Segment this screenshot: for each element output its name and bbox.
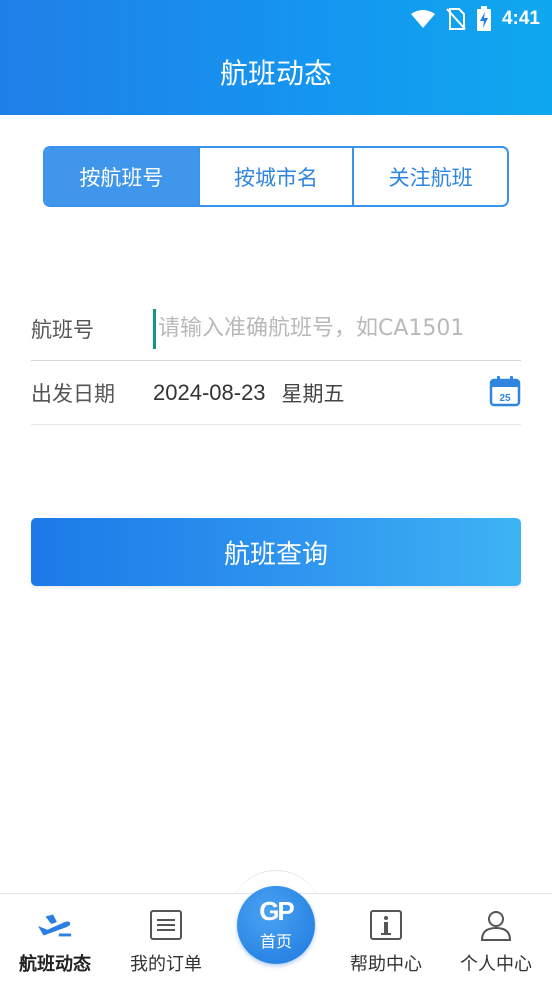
battery-charging-icon (476, 6, 491, 31)
info-icon (367, 906, 405, 944)
calendar-icon[interactable]: 25 (489, 375, 521, 407)
status-bar: 4:41 (0, 0, 552, 38)
plane-icon (36, 906, 74, 944)
departure-date-value[interactable]: 2024-08-23 (153, 380, 266, 406)
search-mode-tabs: 按航班号 按城市名 关注航班 (43, 146, 509, 207)
wifi-icon (410, 10, 435, 28)
nav-item-my-orders[interactable]: 我的订单 (111, 906, 221, 976)
calendar-day-text: 25 (499, 393, 511, 404)
nav-label-home: 首页 (259, 932, 292, 951)
nav-item-home[interactable]: GP 首页 (237, 886, 315, 964)
nav-label-my-orders: 我的订单 (130, 954, 202, 975)
departure-date-label: 出发日期 (31, 381, 115, 406)
nav-item-flight-status[interactable]: 航班动态 (0, 906, 110, 976)
flight-number-row: 航班号 (31, 297, 521, 361)
nav-label-profile: 个人中心 (460, 954, 532, 975)
flight-search-button[interactable]: 航班查询 (31, 518, 521, 586)
user-icon (477, 906, 515, 944)
status-time: 4:41 (501, 8, 540, 29)
nav-label-help-center: 帮助中心 (350, 954, 422, 975)
order-list-icon (147, 906, 185, 944)
tab-followed-flights[interactable]: 关注航班 (352, 148, 507, 205)
departure-date-row[interactable]: 出发日期 2024-08-23 星期五 25 (31, 361, 521, 425)
gp-logo-icon: GP (259, 896, 295, 926)
status-icons: 4:41 (410, 6, 540, 32)
weekday-label: 星期五 (281, 381, 345, 406)
nav-item-profile[interactable]: 个人中心 (441, 906, 551, 976)
flight-number-input[interactable] (153, 308, 521, 349)
tab-by-flight-number[interactable]: 按航班号 (45, 148, 198, 205)
nav-item-help-center[interactable]: 帮助中心 (331, 906, 441, 976)
app-header: 4:41 航班动态 (0, 0, 552, 115)
flight-number-label: 航班号 (31, 317, 94, 342)
nav-label-flight-status: 航班动态 (19, 954, 91, 975)
tab-by-city[interactable]: 按城市名 (197, 148, 353, 205)
no-sim-icon (446, 8, 466, 30)
page-title: 航班动态 (219, 57, 332, 90)
